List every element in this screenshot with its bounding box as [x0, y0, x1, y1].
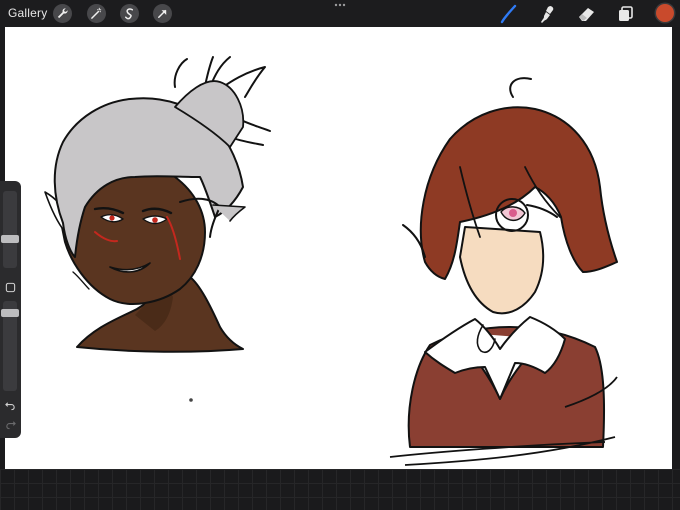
right-character-sketch — [402, 77, 618, 448]
selection-icon[interactable] — [120, 4, 139, 23]
brush-size-thumb[interactable] — [1, 235, 19, 243]
eraser-icon[interactable] — [576, 3, 598, 25]
brush-size-slider[interactable] — [1, 191, 19, 268]
magic-wand-icon[interactable] — [87, 4, 106, 23]
opacity-thumb[interactable] — [1, 309, 19, 317]
layers-icon[interactable] — [615, 3, 637, 25]
redo-icon[interactable] — [3, 418, 18, 431]
smudge-icon[interactable] — [537, 3, 559, 25]
undo-icon[interactable] — [3, 399, 18, 412]
top-toolbar: Gallery — [0, 0, 680, 27]
square-modify-icon[interactable] — [3, 281, 18, 294]
opacity-slider[interactable] — [1, 301, 19, 391]
color-picker-button[interactable] — [656, 4, 674, 22]
bottom-background-grid — [0, 469, 680, 510]
gallery-button[interactable]: Gallery — [8, 6, 47, 20]
more-dots-icon[interactable] — [333, 1, 347, 9]
stray-dot — [189, 398, 193, 402]
transform-arrow-icon[interactable] — [153, 4, 172, 23]
left-character-sketch — [44, 56, 271, 353]
left-sidebar — [0, 181, 21, 438]
drawing-canvas[interactable] — [5, 27, 672, 469]
brush-icon[interactable] — [498, 3, 520, 25]
artwork — [44, 56, 618, 466]
wrench-icon[interactable] — [53, 4, 72, 23]
